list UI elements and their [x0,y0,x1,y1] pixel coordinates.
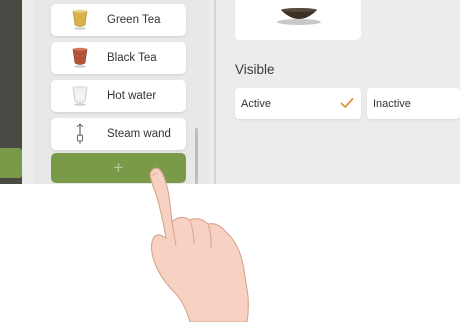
beverage-image-card [235,0,361,40]
hot-water-cup-icon [69,85,91,107]
app-screen: Green Tea Black Tea Hot water Steam wand… [0,0,460,184]
inactive-option-label: Inactive [373,97,411,110]
list-item-green-tea[interactable]: Green Tea [51,4,186,36]
black-tea-cup-icon [69,47,91,69]
plus-icon: + [113,158,124,177]
rail-tab[interactable] [0,148,22,178]
list-item-label: Green Tea [107,14,161,26]
inactive-option[interactable]: Inactive [367,88,460,119]
list-scrollbar[interactable] [195,128,198,184]
detail-panel: Visible Active Inactive [216,0,460,184]
cup-image [277,8,321,25]
visibility-title: Visible [235,62,275,77]
add-item-button[interactable]: + [51,153,186,183]
list-item-label: Hot water [107,90,157,102]
left-rail [0,0,22,184]
checkmark-icon [340,96,354,114]
list-item-steam-wand[interactable]: Steam wand [51,118,186,150]
green-tea-cup-icon [69,9,91,31]
list-item-label: Black Tea [107,52,157,64]
active-option-label: Active [241,97,271,110]
beverage-list-panel: Green Tea Black Tea Hot water Steam wand… [34,0,209,184]
list-item-label: Steam wand [107,128,171,140]
list-item-black-tea[interactable]: Black Tea [51,42,186,74]
steam-wand-icon [69,123,91,145]
active-option[interactable]: Active [235,88,361,119]
list-item-hot-water[interactable]: Hot water [51,80,186,112]
